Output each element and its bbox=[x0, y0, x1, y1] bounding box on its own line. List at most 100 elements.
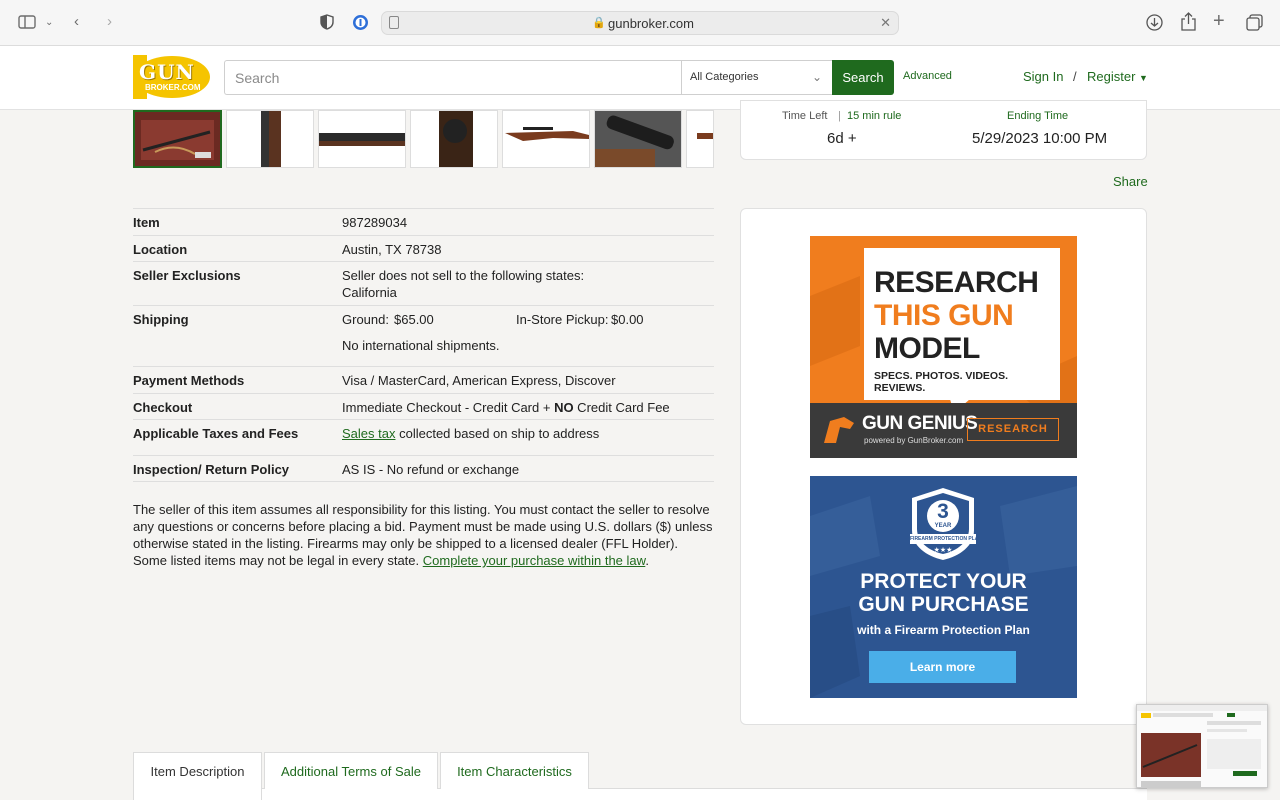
thumbnail-1[interactable] bbox=[133, 110, 222, 168]
tab-item-characteristics[interactable]: Item Characteristics bbox=[440, 752, 589, 789]
caret-down-icon: ▼ bbox=[1139, 73, 1148, 83]
sidebar-icon[interactable] bbox=[18, 15, 36, 33]
checkout-label: Checkout bbox=[133, 400, 193, 415]
page-icon bbox=[389, 16, 399, 29]
seller-disclaimer: The seller of this item assumes all resp… bbox=[133, 501, 713, 569]
location-label: Location bbox=[133, 242, 188, 257]
purchase-law-link[interactable]: Complete your purchase within the law bbox=[423, 553, 646, 568]
international-note: No international shipments. bbox=[342, 338, 500, 353]
category-select[interactable]: All Categories ⌄ bbox=[681, 60, 833, 95]
disclaimer-end: . bbox=[645, 553, 649, 568]
ad-footer: GUN GENIUS powered by GunBroker.com RESE… bbox=[810, 403, 1077, 458]
separator-bar: | bbox=[838, 110, 841, 122]
tab-item-description[interactable]: Item Description bbox=[133, 752, 262, 800]
payment-value: Visa / MasterCard, American Express, Dis… bbox=[342, 373, 616, 388]
checkout-bold: NO bbox=[554, 400, 574, 415]
pickup-label: In-Store Pickup: bbox=[516, 312, 609, 327]
lock-icon: 🔒 bbox=[592, 17, 606, 29]
ground-value: $65.00 bbox=[394, 312, 434, 327]
gun-genius-icon bbox=[822, 415, 856, 450]
shield-icon[interactable] bbox=[320, 14, 334, 34]
new-tab-icon[interactable]: + bbox=[1213, 11, 1225, 31]
inspection-label: Inspection/ Return Policy bbox=[133, 462, 290, 477]
register-link[interactable]: Register ▼ bbox=[1087, 69, 1148, 84]
download-icon[interactable] bbox=[1146, 14, 1163, 35]
sales-tax-link[interactable]: Sales tax bbox=[342, 426, 395, 441]
ad-line1: RESEARCH bbox=[874, 266, 1039, 299]
search-input[interactable] bbox=[224, 60, 682, 95]
ad-line2: THIS GUN bbox=[874, 299, 1014, 332]
protection-plan-ad[interactable]: 3 YEAR FIREARM PROTECTION PLAN ★★★ PROTE… bbox=[810, 476, 1077, 698]
tab-overview-icon[interactable] bbox=[1246, 14, 1263, 35]
inspection-value: AS IS - No refund or exchange bbox=[342, 462, 520, 477]
badge-text: FIREARM PROTECTION PLAN bbox=[910, 536, 976, 542]
thumbnail-2[interactable] bbox=[226, 110, 314, 168]
learn-more-button[interactable]: Learn more bbox=[869, 651, 1016, 683]
row-checkout: Checkout Immediate Checkout - Credit Car… bbox=[133, 393, 714, 420]
thumbnail-3[interactable] bbox=[318, 110, 406, 168]
advanced-search-link[interactable]: Advanced bbox=[903, 70, 952, 82]
row-item: Item 987289034 bbox=[133, 208, 714, 235]
chevron-down-icon: ⌄ bbox=[811, 70, 822, 84]
page-preview-thumbnail[interactable] bbox=[1136, 704, 1268, 788]
address-bar[interactable]: 🔒 gunbroker.com ✕ bbox=[381, 11, 899, 35]
taxes-post: collected based on ship to address bbox=[395, 426, 600, 441]
protect-line1: PROTECT YOUR bbox=[860, 570, 1027, 593]
sign-in-link[interactable]: Sign In bbox=[1023, 69, 1063, 84]
ad-line3: MODEL bbox=[874, 332, 980, 365]
research-button[interactable]: RESEARCH bbox=[967, 418, 1059, 441]
time-left-value: 6d + bbox=[827, 130, 857, 147]
tab-additional-terms[interactable]: Additional Terms of Sale bbox=[264, 752, 438, 789]
taxes-value: Sales tax collected based on ship to add… bbox=[342, 426, 599, 441]
row-inspection: Inspection/ Return Policy AS IS - No ref… bbox=[133, 455, 714, 482]
protect-line2: GUN PURCHASE bbox=[858, 593, 1029, 616]
password-manager-icon[interactable] bbox=[352, 14, 369, 35]
thumbnail-4[interactable] bbox=[410, 110, 498, 168]
back-icon[interactable]: ‹ bbox=[74, 14, 79, 30]
row-taxes: Applicable Taxes and Fees Sales tax coll… bbox=[133, 419, 714, 455]
payment-label: Payment Methods bbox=[133, 373, 245, 388]
ending-time-label: Ending Time bbox=[1007, 110, 1069, 122]
gun-genius-brand: GUN GENIUS bbox=[862, 413, 978, 434]
protection-badge: 3 YEAR FIREARM PROTECTION PLAN ★★★ bbox=[902, 486, 984, 562]
forward-icon[interactable]: › bbox=[107, 14, 112, 30]
badge-stars: ★★★ bbox=[933, 547, 953, 554]
thumbnail-7[interactable] bbox=[686, 110, 714, 168]
powered-by-text: powered by GunBroker.com bbox=[864, 436, 964, 445]
logo-text-top: GUN bbox=[139, 60, 195, 84]
tab-content-area bbox=[133, 788, 1147, 800]
register-label: Register bbox=[1087, 69, 1136, 84]
row-shipping: Shipping Ground: $65.00 In-Store Pickup:… bbox=[133, 305, 714, 367]
badge-year: YEAR bbox=[934, 523, 952, 529]
thumbnail-5[interactable] bbox=[502, 110, 590, 168]
logo-text-bottom: BROKER.COM bbox=[145, 83, 201, 92]
close-icon[interactable]: ✕ bbox=[880, 15, 891, 31]
item-value: 987289034 bbox=[342, 215, 408, 230]
ground-label: Ground: bbox=[342, 312, 389, 327]
exclusions-label: Seller Exclusions bbox=[133, 268, 241, 283]
location-value: Austin, TX 78738 bbox=[342, 242, 442, 257]
share-link[interactable]: Share bbox=[1113, 174, 1148, 189]
ad-text-card: RESEARCH THIS GUN MODEL SPECS. PHOTOS. V… bbox=[864, 248, 1060, 400]
thumbnail-6[interactable] bbox=[594, 110, 682, 168]
header-separator: / bbox=[1073, 69, 1077, 84]
ending-time-value: 5/29/2023 10:00 PM bbox=[972, 130, 1108, 147]
research-gun-ad[interactable]: RESEARCH THIS GUN MODEL SPECS. PHOTOS. V… bbox=[810, 236, 1077, 458]
row-payment-methods: Payment Methods Visa / MasterCard, Ameri… bbox=[133, 366, 714, 393]
exclusions-line2: California bbox=[342, 285, 397, 300]
time-left-label: Time Left bbox=[782, 110, 828, 122]
item-label: Item bbox=[133, 215, 160, 230]
chevron-down-icon[interactable]: ⌄ bbox=[45, 15, 53, 31]
row-seller-exclusions: Seller Exclusions Seller does not sell t… bbox=[133, 261, 714, 305]
share-icon[interactable] bbox=[1181, 12, 1196, 35]
pickup-value: $0.00 bbox=[611, 312, 644, 327]
15-min-rule-link[interactable]: 15 min rule bbox=[847, 110, 901, 122]
checkout-pre: Immediate Checkout - Credit Card + bbox=[342, 400, 555, 415]
category-select-value: All Categories bbox=[690, 71, 759, 83]
ad-line4: SPECS. PHOTOS. VIDEOS. REVIEWS. bbox=[874, 370, 1009, 394]
shipping-label: Shipping bbox=[133, 312, 189, 327]
checkout-value: Immediate Checkout - Credit Card + NO Cr… bbox=[342, 400, 670, 415]
badge-number: 3 bbox=[937, 500, 949, 523]
search-button[interactable]: Search bbox=[832, 60, 894, 95]
gunbroker-logo[interactable]: GUN BROKER.COM bbox=[133, 55, 211, 99]
